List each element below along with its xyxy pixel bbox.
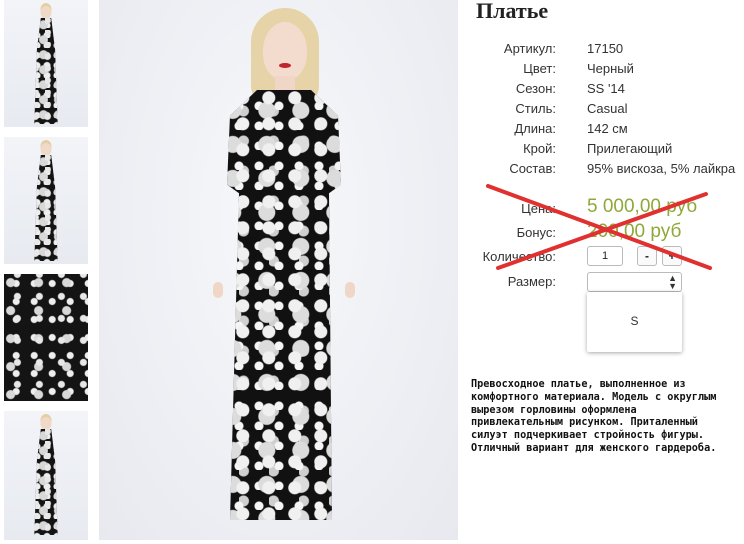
spec-value-composition: 95% вискоза, 5% лайкра [587,161,736,176]
spec-label-article: Артикул: [503,41,556,56]
product-title: Платье [476,0,549,23]
updown-arrow-icon: ▲ ▼ [668,273,677,291]
spec-value-style: Casual [587,101,628,116]
thumbnail-4[interactable] [4,411,88,540]
thumbnail-figure [33,6,59,124]
quantity-minus-button[interactable]: - [637,246,657,266]
size-label: Размер: [507,274,556,289]
spec-value-color: Черный [587,61,634,76]
thumbnail-figure [4,274,88,401]
quantity-label: Количество: [482,249,556,264]
spec-label-length: Длина: [514,121,556,136]
product-description: Превосходное платье, выполненное из комф… [471,379,717,454]
bonus-label: Бонус: [516,225,556,240]
spec-label-season: Сезон: [515,81,556,96]
price-value: 5 000,00 руб [587,196,698,217]
spec-label-style: Стиль: [515,101,556,116]
spec-value-season: SS '14 [587,81,625,96]
thumbnail-figure [33,417,59,535]
size-option-s[interactable]: S [587,314,682,328]
thumbnail-figure [33,143,59,261]
spec-value-cut: Прилегающий [587,141,673,156]
price-label: Цена: [521,201,556,216]
spec-label-composition: Состав: [509,161,556,176]
bonus-value: 200,00 руб [587,221,682,242]
size-dropdown: S [587,292,682,352]
size-select[interactable]: ▲ ▼ [587,272,682,292]
spec-label-color: Цвет: [523,61,556,76]
quantity-plus-button[interactable]: + [662,246,682,266]
thumbnail-2[interactable] [4,137,88,264]
main-product-photo [99,0,458,540]
thumbnail-1[interactable] [4,0,88,127]
spec-value-article: 17150 [587,41,624,56]
thumbnail-gallery [0,0,92,544]
thumbnail-3[interactable] [4,274,88,401]
quantity-input[interactable]: 1 [587,246,623,266]
spec-value-length: 142 см [587,121,628,136]
spec-label-cut: Крой: [523,141,556,156]
